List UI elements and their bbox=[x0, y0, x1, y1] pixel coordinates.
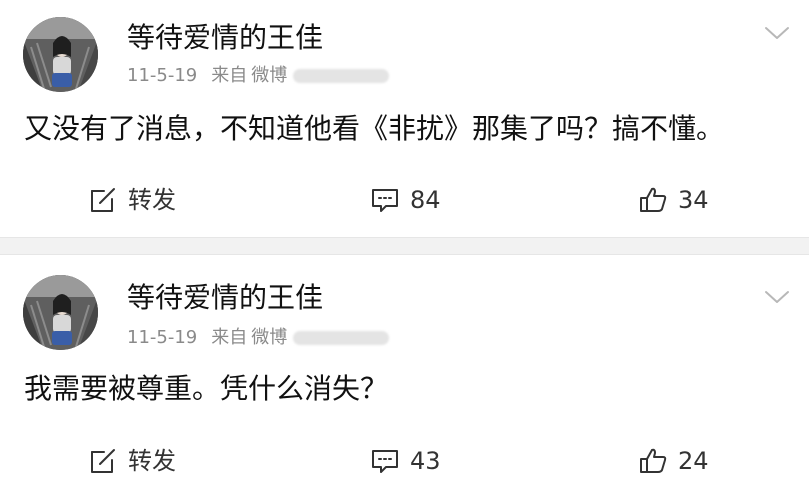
post-card: 等待爱情的王佳 11-5-19 来自 微博 我需要被尊重。凭什么消失？ 转发 4… bbox=[0, 255, 809, 500]
comment-count: 84 bbox=[410, 186, 441, 214]
like-count: 34 bbox=[678, 186, 709, 214]
post-divider bbox=[0, 237, 809, 255]
chevron-down-icon[interactable] bbox=[764, 287, 790, 307]
username[interactable]: 等待爱情的王佳 bbox=[127, 21, 323, 55]
like-count: 24 bbox=[678, 447, 709, 475]
source-prefix: 来自 bbox=[211, 327, 248, 348]
avatar-image bbox=[23, 17, 98, 92]
avatar[interactable] bbox=[23, 275, 98, 350]
like-button[interactable]: 24 bbox=[638, 446, 709, 476]
post-content: 又没有了消息，不知道他看《非扰》那集了吗？搞不懂。 bbox=[24, 112, 725, 145]
repost-label: 转发 bbox=[128, 447, 176, 475]
blurred-device-name bbox=[293, 69, 390, 83]
thumbs-up-icon bbox=[640, 187, 667, 212]
username[interactable]: 等待爱情的王佳 bbox=[127, 281, 323, 315]
post-date: 11-5-19 bbox=[127, 327, 198, 348]
source-app: 微博 bbox=[251, 65, 288, 86]
edit-square-icon bbox=[91, 188, 115, 212]
post-meta: 11-5-19 来自 微博 bbox=[127, 326, 390, 350]
post-content: 我需要被尊重。凭什么消失？ bbox=[24, 372, 389, 405]
comment-button[interactable]: 43 bbox=[370, 446, 441, 476]
like-button[interactable]: 34 bbox=[638, 185, 709, 215]
comment-count: 43 bbox=[410, 447, 441, 475]
repost-button[interactable]: 转发 bbox=[88, 446, 176, 476]
post-card: 等待爱情的王佳 11-5-19 来自 微博 又没有了消息，不知道他看《非扰》那集… bbox=[0, 0, 809, 237]
avatar[interactable] bbox=[23, 17, 98, 92]
post-date: 11-5-19 bbox=[127, 65, 198, 86]
chevron-down-icon[interactable] bbox=[764, 23, 790, 43]
comment-bubble-icon bbox=[372, 450, 398, 473]
source-app: 微博 bbox=[251, 327, 288, 348]
weibo-feed: 等待爱情的王佳 11-5-19 来自 微博 又没有了消息，不知道他看《非扰》那集… bbox=[0, 0, 809, 500]
edit-square-icon bbox=[91, 449, 115, 473]
avatar-image bbox=[23, 275, 98, 350]
blurred-device-name bbox=[293, 331, 390, 345]
post-meta: 11-5-19 来自 微博 bbox=[127, 64, 390, 88]
comment-bubble-icon bbox=[372, 189, 398, 212]
repost-button[interactable]: 转发 bbox=[88, 185, 176, 215]
comment-button[interactable]: 84 bbox=[370, 185, 441, 215]
source-prefix: 来自 bbox=[211, 65, 248, 86]
thumbs-up-icon bbox=[640, 448, 667, 473]
repost-label: 转发 bbox=[128, 186, 176, 214]
